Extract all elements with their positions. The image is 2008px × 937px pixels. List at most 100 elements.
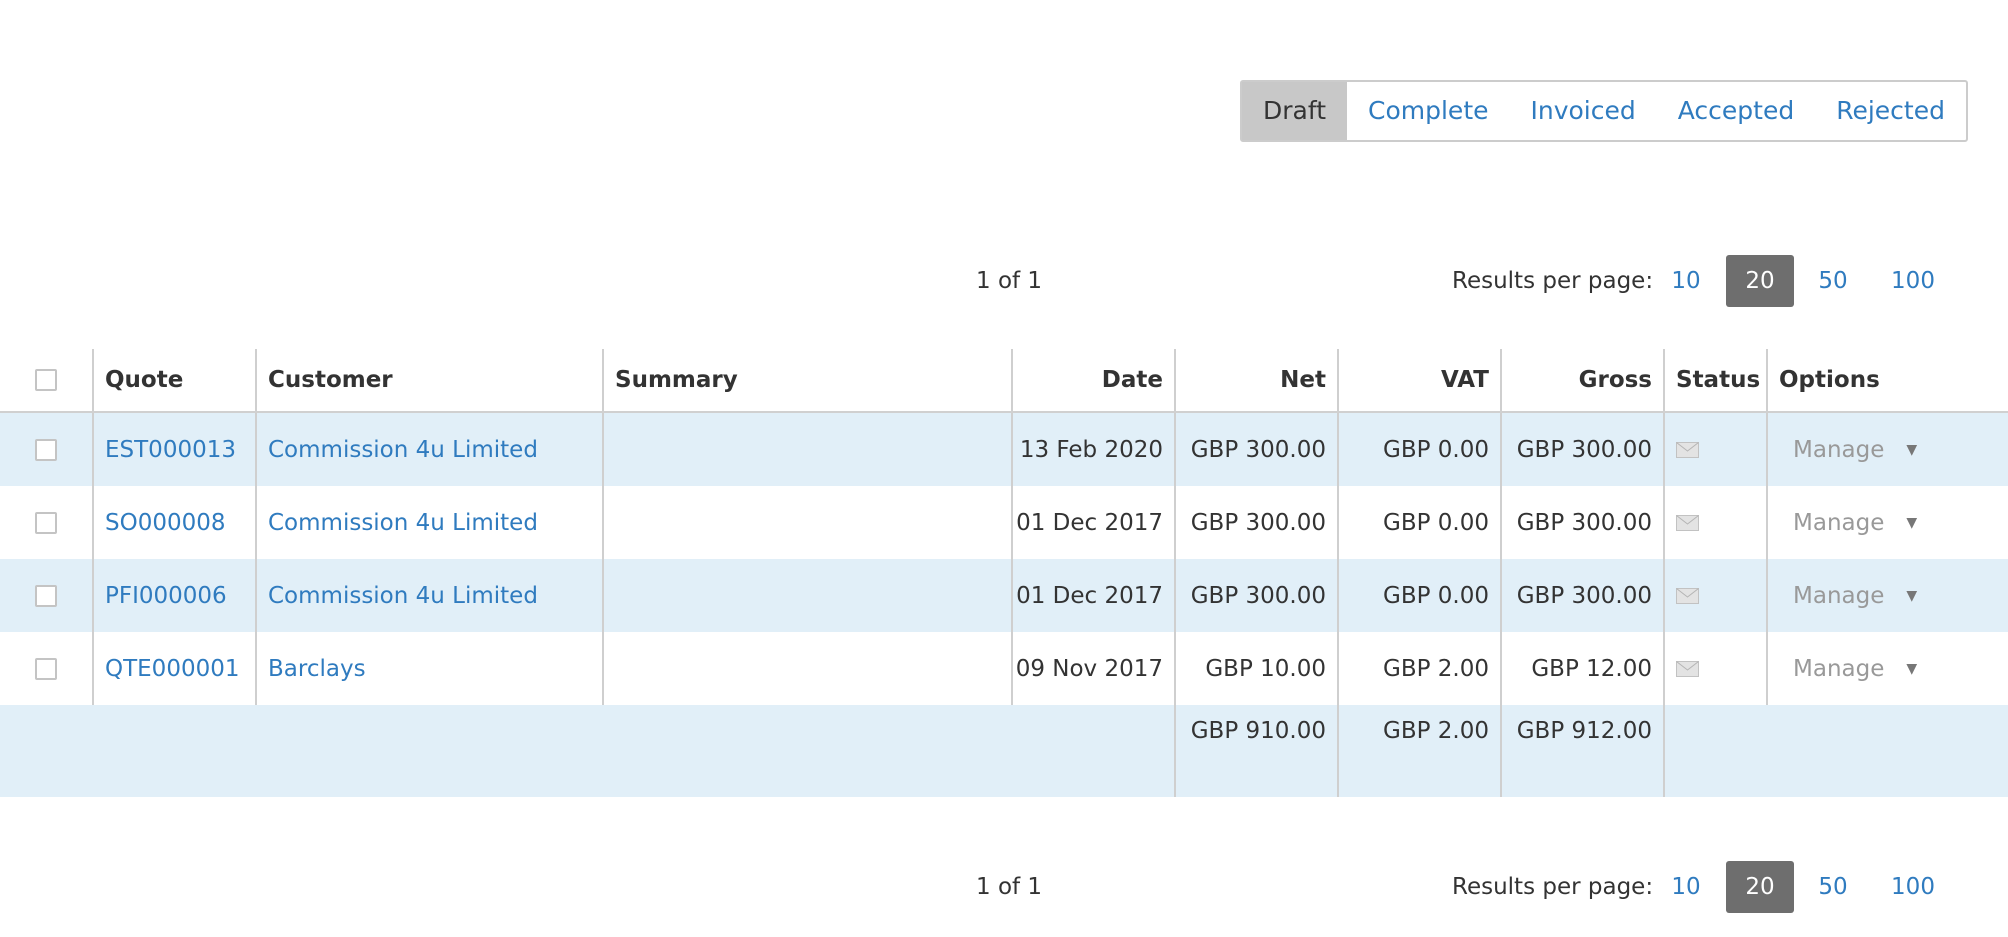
- quote-link[interactable]: PFI000006: [105, 583, 227, 609]
- quote-cell: EST000013: [92, 413, 255, 486]
- chevron-down-icon: ▼: [1906, 660, 1918, 677]
- chevron-down-icon: ▼: [1906, 587, 1918, 604]
- per-page-10[interactable]: 10: [1665, 255, 1707, 307]
- gross-cell: GBP 300.00: [1500, 559, 1663, 632]
- manage-label: Manage: [1793, 582, 1885, 609]
- tab-accepted[interactable]: Accepted: [1657, 82, 1815, 140]
- chevron-down-icon: ▼: [1906, 514, 1918, 531]
- header-quote[interactable]: Quote: [92, 349, 255, 411]
- row-checkbox[interactable]: [35, 584, 57, 607]
- pagination-top: 1 of 1 Results per page: 10 20 50 100: [0, 255, 2008, 307]
- status-cell: [1663, 632, 1766, 705]
- results-per-page-label: Results per page:: [1452, 874, 1654, 900]
- gross-cell: GBP 12.00: [1500, 632, 1663, 705]
- page-info: 1 of 1: [976, 268, 1043, 294]
- quote-link[interactable]: SO000008: [105, 510, 226, 536]
- customer-cell: Barclays: [255, 632, 602, 705]
- total-net: GBP 910.00: [1174, 705, 1337, 797]
- header-date[interactable]: Date: [1011, 349, 1174, 411]
- chevron-down-icon: ▼: [1906, 441, 1918, 458]
- header-options: Options: [1766, 349, 2008, 411]
- gross-cell: GBP 300.00: [1500, 486, 1663, 559]
- manage-dropdown[interactable]: Manage ▼: [1793, 583, 1917, 609]
- row-select-cell: [0, 632, 92, 705]
- quote-link[interactable]: EST000013: [105, 437, 236, 463]
- quotes-table: Quote Customer Summary Date Net VAT Gros…: [0, 349, 2008, 797]
- tab-complete[interactable]: Complete: [1347, 82, 1509, 140]
- header-customer[interactable]: Customer: [255, 349, 602, 411]
- row-select-cell: [0, 559, 92, 632]
- row-checkbox[interactable]: [35, 438, 57, 461]
- totals-row: GBP 910.00 GBP 2.00 GBP 912.00: [0, 705, 2008, 797]
- manage-dropdown[interactable]: Manage ▼: [1793, 510, 1917, 536]
- customer-link[interactable]: Commission 4u Limited: [268, 437, 538, 463]
- manage-dropdown[interactable]: Manage ▼: [1793, 437, 1917, 463]
- date-cell: 01 Dec 2017: [1011, 486, 1174, 559]
- row-checkbox[interactable]: [35, 511, 57, 534]
- manage-label: Manage: [1793, 436, 1885, 463]
- per-page-50[interactable]: 50: [1812, 861, 1854, 913]
- per-page-50[interactable]: 50: [1812, 255, 1854, 307]
- row-select-cell: [0, 486, 92, 559]
- per-page-100[interactable]: 100: [1886, 255, 1940, 307]
- vat-cell: GBP 2.00: [1337, 632, 1500, 705]
- total-gross: GBP 912.00: [1500, 705, 1663, 797]
- options-cell: Manage ▼: [1766, 632, 2008, 705]
- header-summary[interactable]: Summary: [602, 349, 1011, 411]
- options-cell: Manage ▼: [1766, 486, 2008, 559]
- tab-rejected[interactable]: Rejected: [1815, 82, 1966, 140]
- status-filter-tabs: Draft Complete Invoiced Accepted Rejecte…: [1240, 80, 1968, 142]
- envelope-icon: [1676, 441, 1699, 458]
- manage-dropdown[interactable]: Manage ▼: [1793, 656, 1917, 682]
- vat-cell: GBP 0.00: [1337, 413, 1500, 486]
- date-cell: 01 Dec 2017: [1011, 559, 1174, 632]
- status-cell: [1663, 413, 1766, 486]
- quote-cell: SO000008: [92, 486, 255, 559]
- customer-link[interactable]: Barclays: [268, 656, 366, 682]
- gross-cell: GBP 300.00: [1500, 413, 1663, 486]
- totals-spacer: [1663, 705, 2008, 797]
- row-checkbox[interactable]: [35, 657, 57, 680]
- envelope-icon: [1676, 514, 1699, 531]
- table-row: QTE000001 Barclays 09 Nov 2017 GBP 10.00…: [0, 632, 2008, 705]
- customer-cell: Commission 4u Limited: [255, 413, 602, 486]
- status-cell: [1663, 559, 1766, 632]
- summary-cell: [602, 413, 1011, 486]
- per-page-20[interactable]: 20: [1726, 861, 1794, 913]
- per-page-10[interactable]: 10: [1665, 861, 1707, 913]
- status-cell: [1663, 486, 1766, 559]
- date-cell: 09 Nov 2017: [1011, 632, 1174, 705]
- header-net[interactable]: Net: [1174, 349, 1337, 411]
- options-cell: Manage ▼: [1766, 413, 2008, 486]
- date-cell: 13 Feb 2020: [1011, 413, 1174, 486]
- envelope-icon: [1676, 587, 1699, 604]
- quote-cell: QTE000001: [92, 632, 255, 705]
- net-cell: GBP 300.00: [1174, 486, 1337, 559]
- header-vat[interactable]: VAT: [1337, 349, 1500, 411]
- summary-cell: [602, 559, 1011, 632]
- select-all-checkbox[interactable]: [35, 369, 57, 391]
- vat-cell: GBP 0.00: [1337, 559, 1500, 632]
- per-page-20[interactable]: 20: [1726, 255, 1794, 307]
- vat-cell: GBP 0.00: [1337, 486, 1500, 559]
- table-row: EST000013 Commission 4u Limited 13 Feb 2…: [0, 413, 2008, 486]
- options-cell: Manage ▼: [1766, 559, 2008, 632]
- tab-draft[interactable]: Draft: [1242, 82, 1348, 140]
- quote-link[interactable]: QTE000001: [105, 656, 240, 682]
- table-row: SO000008 Commission 4u Limited 01 Dec 20…: [0, 486, 2008, 559]
- per-page-100[interactable]: 100: [1886, 861, 1940, 913]
- envelope-icon: [1676, 660, 1699, 677]
- pagination-bottom: 1 of 1 Results per page: 10 20 50 100: [0, 861, 2008, 913]
- customer-link[interactable]: Commission 4u Limited: [268, 510, 538, 536]
- quote-cell: PFI000006: [92, 559, 255, 632]
- header-gross[interactable]: Gross: [1500, 349, 1663, 411]
- table-row: PFI000006 Commission 4u Limited 01 Dec 2…: [0, 559, 2008, 632]
- total-vat: GBP 2.00: [1337, 705, 1500, 797]
- row-select-cell: [0, 413, 92, 486]
- net-cell: GBP 10.00: [1174, 632, 1337, 705]
- customer-link[interactable]: Commission 4u Limited: [268, 583, 538, 609]
- tab-invoiced[interactable]: Invoiced: [1510, 82, 1657, 140]
- results-per-page-label: Results per page:: [1452, 268, 1654, 294]
- net-cell: GBP 300.00: [1174, 559, 1337, 632]
- customer-cell: Commission 4u Limited: [255, 486, 602, 559]
